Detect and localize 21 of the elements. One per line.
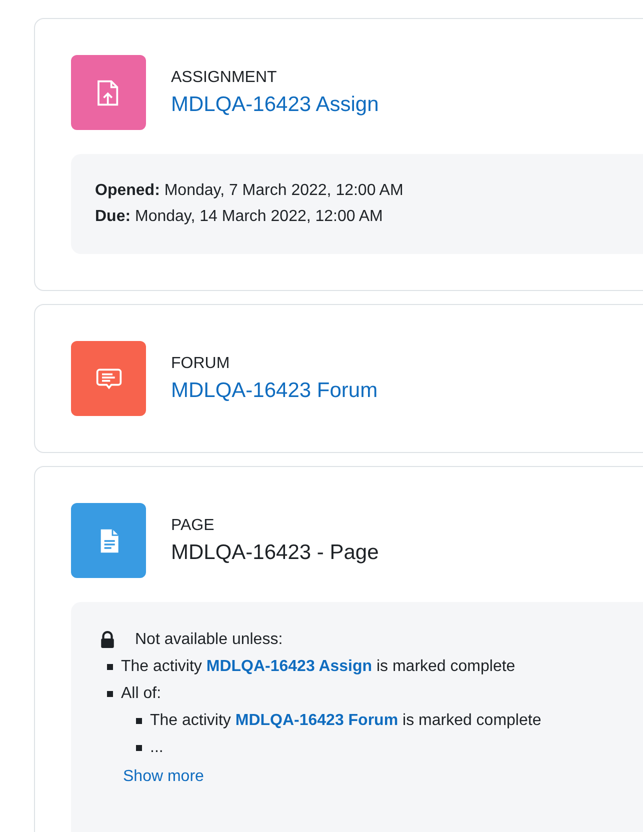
activity-link[interactable]: MDLQA-16423 Assign: [206, 658, 372, 675]
bullet-icon: [107, 691, 113, 697]
bullet-icon: [107, 664, 113, 670]
restriction-text: ...: [150, 738, 164, 758]
activity-link[interactable]: MDLQA-16423 Forum: [235, 712, 398, 729]
activity-name: MDLQA-16423 - Page: [171, 540, 379, 566]
activity-type: ASSIGNMENT: [171, 68, 278, 88]
show-more-link[interactable]: Show more: [123, 763, 204, 790]
activity-name-link[interactable]: MDLQA-16423 Forum: [171, 376, 378, 404]
date-line: Opened: Monday, 7 March 2022, 12:00 AM: [95, 181, 404, 201]
restriction-text: The activity MDLQA-16423 Forum is marked complete: [150, 711, 542, 731]
restriction-text: All of:: [121, 684, 162, 704]
activity-name-link[interactable]: MDLQA-16423 Assign: [171, 90, 379, 118]
activity-type: PAGE: [171, 516, 216, 536]
bullet-icon: [136, 718, 142, 724]
restriction-text: The activity MDLQA-16423 Assign is marked complete: [121, 657, 516, 677]
lock-icon: [99, 631, 116, 648]
activity-type: FORUM: [171, 354, 231, 374]
date-line: Due: Monday, 14 March 2022, 12:00 AM: [95, 207, 384, 227]
restriction-heading: Not available unless:: [135, 630, 283, 650]
bullet-icon: [136, 745, 142, 751]
